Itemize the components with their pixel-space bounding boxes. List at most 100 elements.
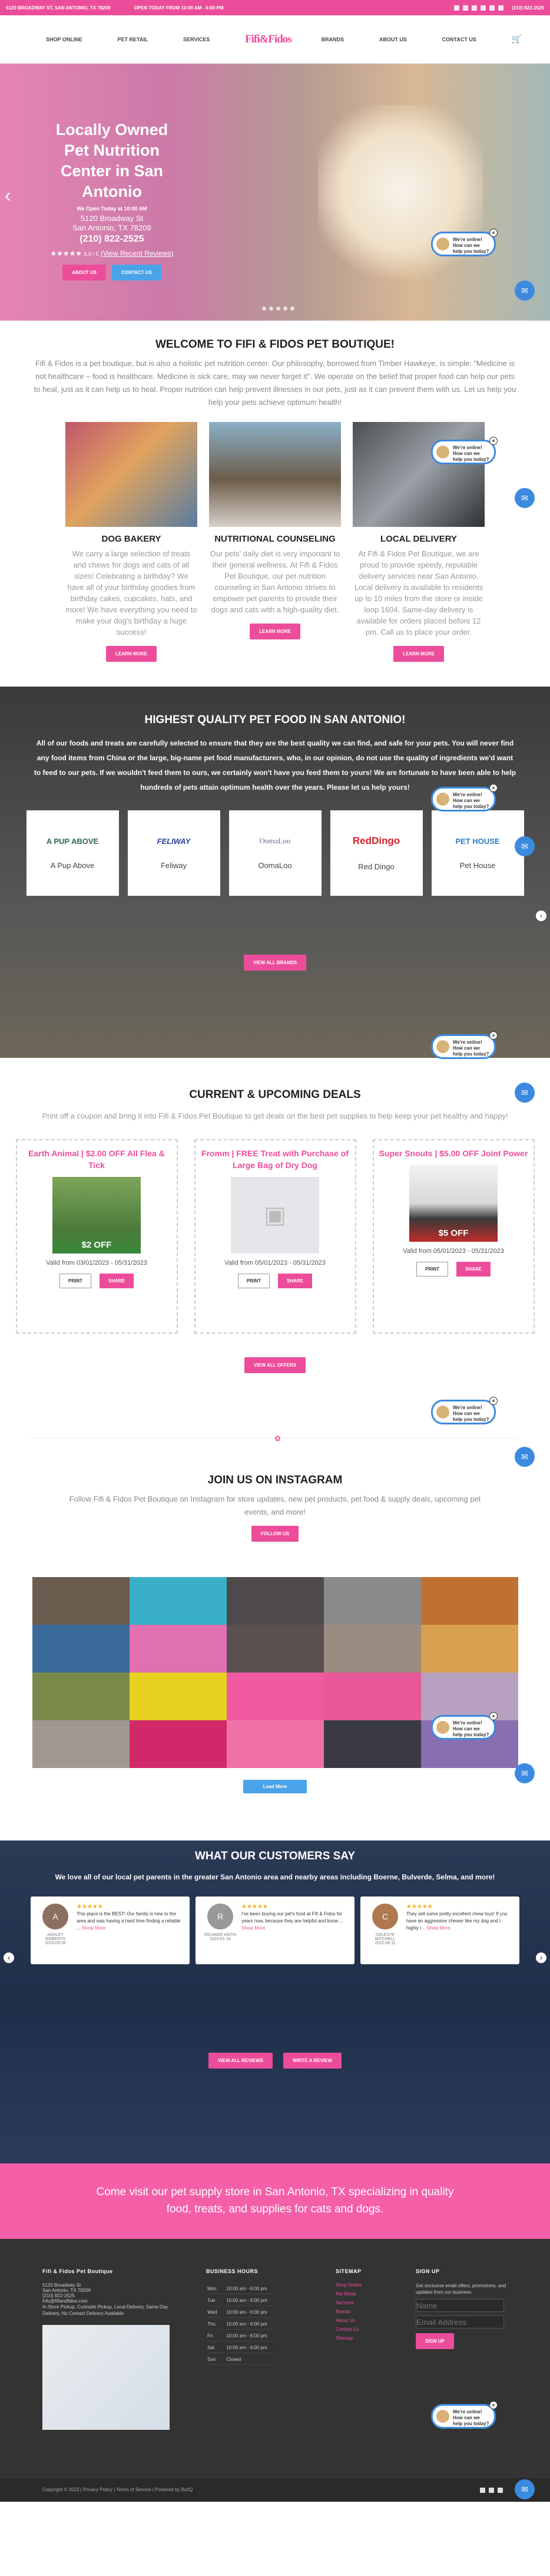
close-icon[interactable]: × — [489, 1031, 498, 1040]
cart-icon[interactable]: 🛒 — [512, 34, 522, 44]
share-button[interactable]: SHARE — [277, 1274, 312, 1288]
close-icon[interactable]: × — [489, 437, 498, 445]
learn-more-button[interactable]: LEARN MORE — [106, 646, 157, 662]
brand-card[interactable]: FELIWAY Feliway — [127, 810, 220, 896]
close-icon[interactable]: × — [489, 1712, 498, 1720]
brand-card[interactable]: A PUP ABOVE A Pup Above — [26, 810, 119, 896]
sitemap-link[interactable]: Pet Retail — [336, 2291, 362, 2297]
learn-more-button[interactable]: LEARN MORE — [393, 646, 444, 662]
instagram-photo[interactable] — [32, 1720, 130, 1768]
brand-card[interactable]: PET HOUSE Pet House — [431, 810, 524, 896]
show-more-link[interactable]: Show More — [426, 1925, 450, 1931]
facebook-icon[interactable] — [454, 5, 460, 11]
nav-contact-us[interactable]: CONTACT US — [442, 37, 476, 42]
close-icon[interactable]: × — [489, 784, 498, 792]
instagram-icon[interactable] — [463, 5, 469, 11]
view-reviews-link[interactable]: (View Recent Reviews) — [101, 249, 174, 258]
instagram-photo[interactable] — [323, 1577, 421, 1625]
brand-card[interactable]: RedDingo Red Dingo — [330, 810, 423, 896]
name-field[interactable] — [416, 2299, 504, 2312]
google-icon[interactable] — [489, 5, 495, 11]
instagram-photo[interactable] — [323, 1720, 421, 1768]
prev-slide-icon[interactable]: ‹ — [5, 184, 11, 206]
chat-open-button[interactable]: ✉ — [515, 1083, 535, 1103]
chat-bubble[interactable]: We're online! How can we help you today?… — [431, 2401, 498, 2429]
yelp-icon[interactable] — [481, 5, 486, 11]
instagram-photo[interactable] — [420, 1625, 518, 1673]
deal-title[interactable]: Super Snouts | $5.00 OFF Joint Power — [379, 1147, 529, 1159]
instagram-photo[interactable] — [129, 1720, 227, 1768]
show-more-link[interactable]: Show More — [82, 1925, 105, 1931]
instagram-icon[interactable] — [489, 2487, 494, 2493]
chat-open-button[interactable]: ✉ — [515, 836, 535, 856]
chat-open-button[interactable]: ✉ — [515, 488, 535, 508]
write-review-button[interactable]: WRITE A REVIEW — [283, 2053, 342, 2069]
nav-about-us[interactable]: ABOUT US — [379, 37, 407, 42]
chat-bubble[interactable]: We're online! How can we help you today?… — [431, 1397, 498, 1424]
chat-bubble[interactable]: We're online! How can we help you today?… — [431, 1031, 498, 1059]
address-text[interactable]: 5120 BROADWAY ST, SAN ANTONIO, TX 78209 — [6, 5, 110, 11]
nav-brands[interactable]: BRANDS — [322, 37, 344, 42]
footer-phone[interactable]: (210) 822-2525 — [42, 2293, 172, 2298]
share-button[interactable]: SHARE — [99, 1274, 134, 1288]
nav-pet-retail[interactable]: PET RETAIL — [118, 37, 148, 42]
instagram-photo[interactable] — [129, 1673, 227, 1720]
brand-card[interactable]: OomaLoo OomaLoo — [228, 810, 322, 896]
sitemap-link[interactable]: Shop Online — [336, 2283, 362, 2288]
reviews-next-icon[interactable]: › — [536, 1952, 546, 1963]
chat-bubble[interactable]: We're online! How can we help you today?… — [431, 229, 498, 256]
close-icon[interactable]: × — [489, 1397, 498, 1405]
print-button[interactable]: PRINT — [416, 1262, 448, 1277]
slide-dot[interactable] — [283, 306, 287, 311]
view-all-offers-button[interactable]: VIEW ALL OFFERS — [244, 1357, 306, 1373]
email-icon[interactable] — [498, 5, 504, 11]
brands-next-icon[interactable]: › — [536, 911, 546, 921]
close-icon[interactable]: × — [489, 229, 498, 237]
instagram-photo[interactable] — [129, 1577, 227, 1625]
nav-shop-online[interactable]: SHOP ONLINE — [46, 37, 82, 42]
chat-open-button[interactable]: ✉ — [515, 2479, 535, 2499]
learn-more-button[interactable]: LEARN MORE — [250, 624, 300, 639]
sitemap-link[interactable]: Sitemap — [336, 2336, 362, 2341]
sitemap-link[interactable]: Services — [336, 2300, 362, 2305]
share-button[interactable]: SHARE — [456, 1262, 491, 1277]
email-field[interactable] — [416, 2316, 504, 2328]
chat-open-button[interactable]: ✉ — [515, 1763, 535, 1783]
chat-open-button[interactable]: ✉ — [515, 1447, 535, 1467]
instagram-photo[interactable] — [226, 1577, 324, 1625]
location-map[interactable] — [42, 2325, 170, 2430]
load-more-button[interactable]: Load More — [243, 1780, 307, 1793]
chat-bubble[interactable]: We're online! How can we help you today?… — [431, 437, 498, 464]
slide-dot[interactable] — [276, 306, 280, 311]
phone-link[interactable]: (210) 822-2525 — [512, 5, 544, 11]
follow-us-button[interactable]: FOLLOW US — [251, 1526, 299, 1542]
about-us-button[interactable]: ABOUT US — [62, 265, 106, 281]
view-all-reviews-button[interactable]: VIEW ALL REVIEWS — [208, 2053, 273, 2069]
print-button[interactable]: PRINT — [59, 1274, 91, 1288]
twitter-icon[interactable] — [498, 2487, 503, 2493]
slide-dot[interactable] — [262, 306, 266, 311]
instagram-photo[interactable] — [32, 1625, 130, 1673]
close-icon[interactable]: × — [489, 2401, 498, 2409]
deal-title[interactable]: Earth Animal | $2.00 OFF All Flea & Tick — [22, 1147, 172, 1171]
sitemap-link[interactable]: Brands — [336, 2309, 362, 2314]
nav-services[interactable]: SERVICES — [183, 37, 210, 42]
instagram-photo[interactable] — [226, 1720, 324, 1768]
instagram-photo[interactable] — [420, 1577, 518, 1625]
reviews-prev-icon[interactable]: ‹ — [4, 1952, 14, 1963]
instagram-photo[interactable] — [226, 1673, 324, 1720]
chat-bubble[interactable]: We're online! How can we help you today?… — [431, 784, 498, 812]
slide-dot[interactable] — [269, 306, 273, 311]
instagram-photo[interactable] — [226, 1625, 324, 1673]
hero-phone[interactable]: (210) 822-2525 — [41, 234, 183, 245]
instagram-photo[interactable] — [323, 1673, 421, 1720]
footer-email[interactable]: info@fifiandfidos.com — [42, 2298, 172, 2304]
instagram-photo[interactable] — [129, 1625, 227, 1673]
sitemap-link[interactable]: Contact Us — [336, 2327, 362, 2332]
twitter-icon[interactable] — [472, 5, 478, 11]
contact-us-button[interactable]: CONTACT US — [111, 265, 161, 281]
show-more-link[interactable]: Show More — [241, 1925, 265, 1931]
print-button[interactable]: PRINT — [237, 1274, 270, 1288]
instagram-photo[interactable] — [32, 1577, 130, 1625]
site-logo[interactable]: Fifi&Fidos — [245, 27, 292, 52]
